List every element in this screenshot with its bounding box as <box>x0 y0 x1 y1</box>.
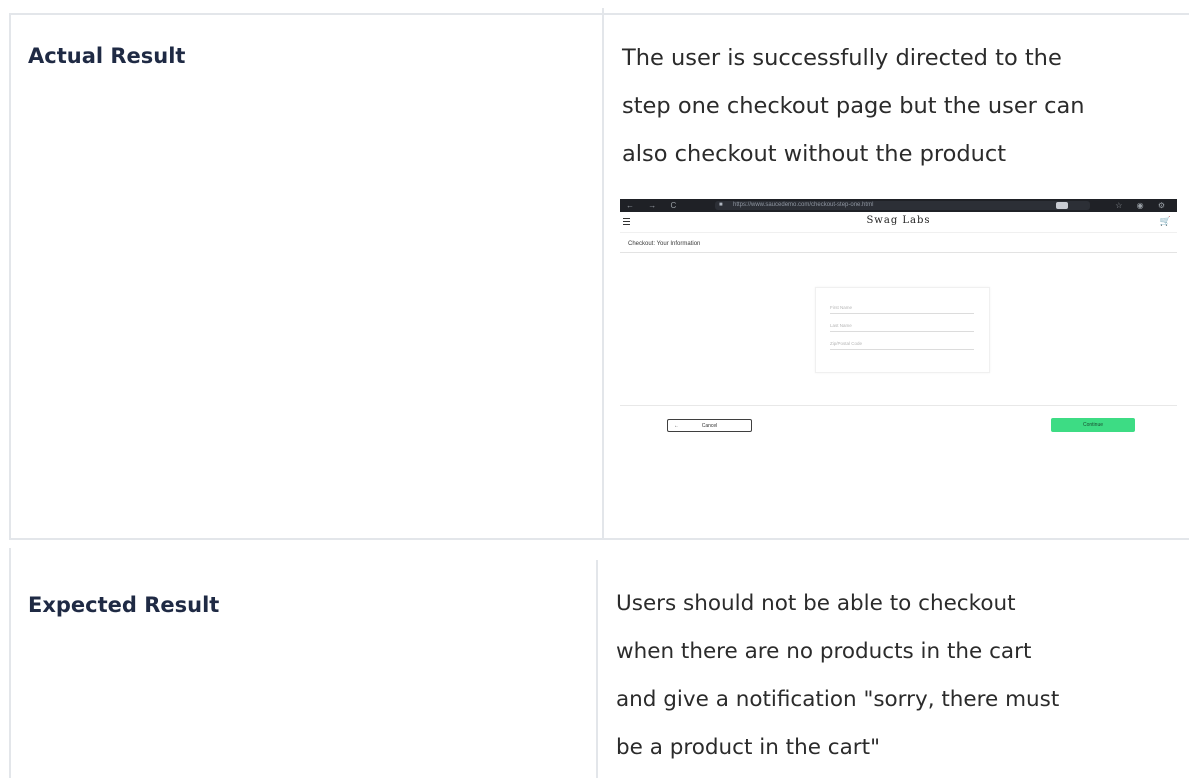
expected-result-text: Users should not be able to checkout whe… <box>616 580 1059 772</box>
page-subheader: Checkout: Your Information <box>620 232 1177 253</box>
browser-nav-icons: ← → C <box>626 201 683 210</box>
page-subtitle: Checkout: Your Information <box>628 241 701 247</box>
browser-chip <box>1056 202 1068 209</box>
table-top-border <box>10 13 1189 15</box>
row-divider <box>10 538 1189 540</box>
last-name-field: Last Name <box>830 320 974 332</box>
postal-code-field: Zip/Postal Code <box>830 338 974 350</box>
browser-toolbar: ← → C ■ https://www.saucedemo.com/checko… <box>620 199 1177 212</box>
column-divider-upper <box>602 8 604 540</box>
actual-result-label: Actual Result <box>28 44 186 68</box>
footer-divider <box>620 405 1177 406</box>
browser-right-icons: ☆ ◉ ⚙ <box>1115 201 1171 210</box>
column-divider-lower <box>596 560 598 778</box>
table-left-border-lower <box>9 548 11 778</box>
app-title: Swag Labs <box>866 215 931 226</box>
continue-button: Continue <box>1051 418 1135 432</box>
expected-result-line-4: be a product in the cart" <box>616 735 880 760</box>
lock-icon: ■ <box>719 202 723 208</box>
actual-result-line-3: also checkout without the product <box>622 141 1007 167</box>
app-header: Swag Labs 🛒 <box>620 212 1177 232</box>
test-result-table: Actual Result The user is successfully d… <box>0 0 1189 778</box>
actual-result-text: The user is successfully directed to the… <box>622 34 1085 178</box>
expected-result-label: Expected Result <box>28 593 220 617</box>
back-arrow-icon: ← <box>674 423 679 429</box>
checkout-form: First Name Last Name Zip/Postal Code <box>815 287 990 373</box>
table-left-border-upper <box>9 13 11 540</box>
browser-url-text: https://www.saucedemo.com/checkout-step-… <box>733 202 874 208</box>
cancel-label: Cancel <box>701 423 718 429</box>
actual-result-line-1: The user is successfully directed to the <box>622 45 1062 71</box>
cart-icon: 🛒 <box>1159 216 1171 226</box>
cancel-button: ← Cancel <box>667 419 752 432</box>
expected-result-line-3: and give a notification "sorry, there mu… <box>616 687 1060 712</box>
first-name-field: First Name <box>830 302 974 314</box>
browser-url-bar: ■ https://www.saucedemo.com/checkout-ste… <box>715 201 1090 210</box>
checkout-screenshot: ← → C ■ https://www.saucedemo.com/checko… <box>620 199 1177 459</box>
expected-result-line-2: when there are no products in the cart <box>616 639 1032 664</box>
expected-result-line-1: Users should not be able to checkout <box>616 591 1016 616</box>
actual-result-line-2: step one checkout page but the user can <box>622 93 1085 119</box>
